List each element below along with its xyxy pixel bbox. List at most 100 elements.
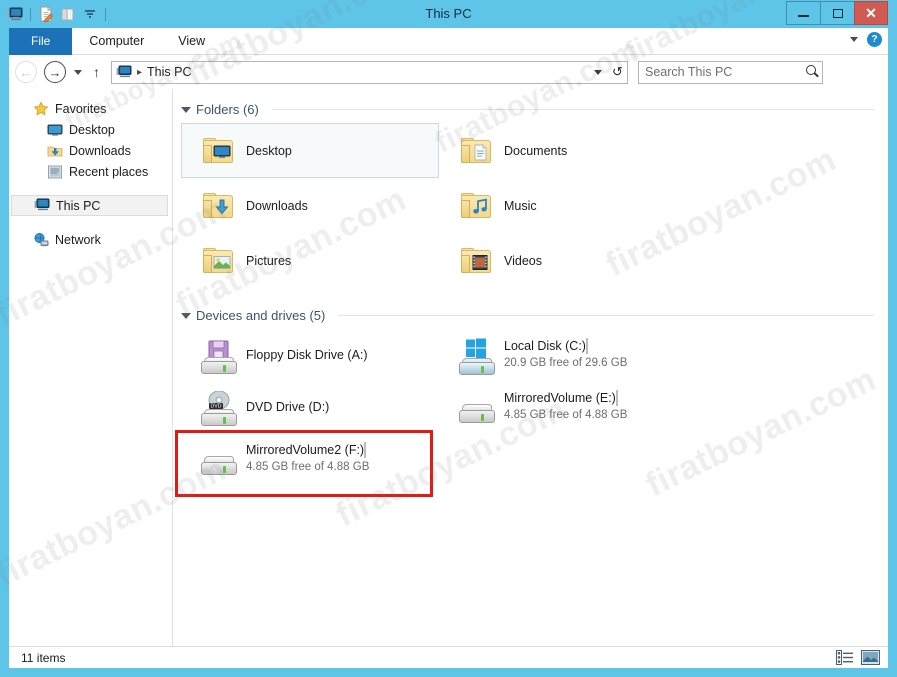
sidebar-item-label: Recent places [69, 164, 149, 179]
drive-item-floppy-a[interactable]: Floppy Disk Drive (A:) [181, 331, 439, 383]
section-header-folders[interactable]: Folders (6) [181, 100, 888, 119]
search-input[interactable]: Search This PC [638, 60, 823, 84]
folder-item-pictures[interactable]: Pictures [181, 233, 439, 288]
folders-grid: Desktop Documents Downloads Music Pictur… [181, 123, 888, 288]
sidebar-item-label: Favorites [55, 101, 107, 116]
recent-places-icon [47, 164, 63, 180]
sidebar-item-favorites[interactable]: Favorites [9, 98, 172, 119]
drive-item-mirroredvolume-e[interactable]: MirroredVolume (E:) 4.85 GB free of 4.88… [439, 383, 697, 435]
chevron-down-icon[interactable] [181, 106, 191, 113]
folder-item-label: Downloads [246, 198, 308, 213]
breadcrumb[interactable]: This PC [147, 65, 191, 79]
drive-free-space: 20.9 GB free of 29.6 GB [504, 357, 628, 369]
folder-item-label: Pictures [246, 253, 292, 268]
devices-grid: Floppy Disk Drive (A:) Local Disk (C:) 2… [181, 331, 888, 487]
folder-downloads-icon [196, 193, 240, 218]
sidebar-item-label: Network [55, 232, 101, 247]
section-divider [338, 315, 874, 316]
up-button[interactable]: ↑ [93, 64, 100, 80]
ribbon-right-controls: ? [850, 32, 882, 47]
details-view-button[interactable] [836, 650, 853, 666]
sidebar-item-label: This PC [56, 198, 101, 213]
address-input[interactable]: ▸ This PC ↻ [111, 60, 628, 84]
folder-videos-icon [454, 248, 498, 273]
sidebar-item-recent-places[interactable]: Recent places [9, 161, 172, 182]
drive-item-dvd-d[interactable]: DVD DVD Drive (D:) [181, 383, 439, 435]
folder-music-icon [454, 193, 498, 218]
search-placeholder: Search This PC [645, 65, 733, 79]
drive-item-mirroredvolume2-f[interactable]: MirroredVolume2 (F:) 4.85 GB free of 4.8… [181, 435, 439, 487]
capacity-bar [615, 390, 618, 406]
tab-file[interactable]: File [9, 28, 73, 55]
folder-item-label: Desktop [246, 143, 292, 158]
section-title: Devices and drives (5) [196, 308, 326, 323]
sidebar-item-label: Downloads [69, 143, 131, 158]
drive-label: Floppy Disk Drive (A:) [246, 348, 368, 362]
chevron-down-icon[interactable] [181, 312, 191, 319]
sidebar-item-network[interactable]: Network [9, 229, 172, 250]
drive-info: Floppy Disk Drive (A:) [246, 332, 368, 362]
drive-label: DVD Drive (D:) [246, 400, 330, 414]
forward-button[interactable]: → [44, 61, 66, 83]
floppy-drive-icon [196, 332, 242, 384]
drive-info: MirroredVolume (E:) 4.85 GB free of 4.88… [504, 384, 627, 421]
drive-label: MirroredVolume2 (F:) [246, 443, 365, 457]
folder-pictures-icon [196, 248, 240, 273]
section-title: Folders (6) [196, 102, 259, 117]
maximize-button[interactable] [820, 1, 854, 25]
title-bar: This PC ✕ [0, 0, 897, 28]
folder-item-label: Music [504, 198, 537, 213]
this-pc-icon [34, 198, 50, 214]
navigation-pane: Favorites Desktop Downloads Recent place… [9, 89, 172, 646]
breadcrumb-separator: ▸ [137, 66, 143, 78]
tab-view[interactable]: View [161, 28, 222, 55]
capacity-bar [585, 338, 588, 354]
recent-locations-icon[interactable] [74, 69, 82, 75]
help-icon[interactable]: ? [867, 32, 882, 47]
downloads-icon [47, 143, 63, 159]
drive-label: Local Disk (C:) [504, 339, 586, 353]
drive-item-local-c[interactable]: Local Disk (C:) 20.9 GB free of 29.6 GB [439, 331, 697, 383]
tab-computer[interactable]: Computer [72, 28, 161, 55]
sidebar-item-desktop[interactable]: Desktop [9, 119, 172, 140]
drive-free-space: 4.85 GB free of 4.88 GB [246, 461, 370, 473]
ribbon-tab-bar: File Computer View ? [9, 28, 888, 55]
close-button[interactable]: ✕ [854, 1, 888, 25]
sidebar-item-downloads[interactable]: Downloads [9, 140, 172, 161]
window-title: This PC [425, 6, 472, 21]
minimize-button[interactable] [786, 1, 820, 25]
drive-info: MirroredVolume2 (F:) 4.85 GB free of 4.8… [246, 436, 369, 473]
large-icons-view-button[interactable] [861, 650, 880, 666]
window-controls: ✕ [786, 1, 888, 25]
chevron-down-icon[interactable] [850, 37, 858, 42]
view-mode-buttons [836, 650, 880, 666]
drive-info: DVD Drive (D:) [246, 384, 329, 414]
section-divider [271, 109, 874, 110]
section-header-devices[interactable]: Devices and drives (5) [181, 306, 888, 325]
capacity-bar [364, 442, 367, 458]
folder-item-documents[interactable]: Documents [439, 123, 697, 178]
sidebar-item-this-pc[interactable]: This PC [11, 195, 168, 216]
chevron-down-icon[interactable] [594, 69, 603, 75]
search-icon[interactable] [806, 64, 816, 75]
drive-free-space: 4.85 GB free of 4.88 GB [504, 409, 628, 421]
folder-documents-icon [454, 138, 498, 163]
folder-item-music[interactable]: Music [439, 178, 697, 233]
folder-item-label: Videos [504, 253, 542, 268]
explorer-content: Favorites Desktop Downloads Recent place… [9, 89, 888, 646]
address-bar-row: ← → ↑ ▸ This PC ↻ Search This PC [9, 55, 888, 89]
item-count-label: 11 items [21, 650, 66, 665]
folder-desktop-icon [196, 138, 240, 163]
this-pc-icon [116, 65, 132, 79]
folder-item-downloads[interactable]: Downloads [181, 178, 439, 233]
dvd-drive-icon: DVD [196, 384, 242, 436]
drive-label: MirroredVolume (E:) [504, 391, 616, 405]
folder-item-videos[interactable]: Videos [439, 233, 697, 288]
sidebar-item-label: Desktop [69, 122, 115, 137]
refresh-icon[interactable]: ↻ [612, 64, 623, 80]
back-button[interactable]: ← [15, 61, 37, 83]
folder-item-desktop[interactable]: Desktop [181, 123, 439, 178]
address-bar-controls: ↻ [594, 62, 623, 83]
